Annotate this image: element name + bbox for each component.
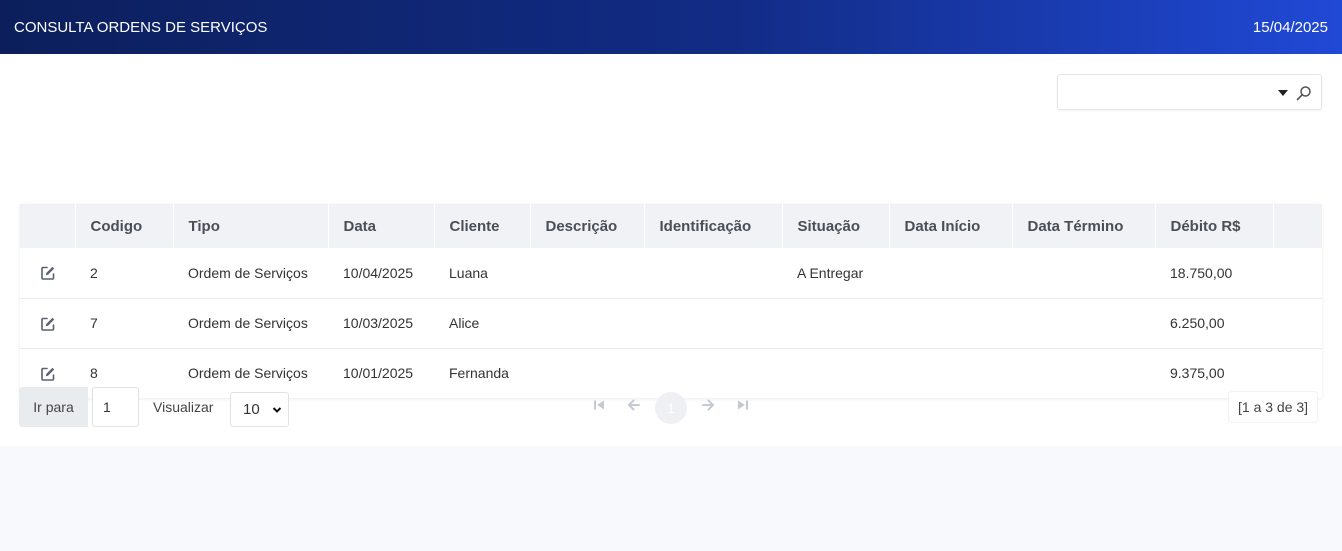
column-header-identificacao[interactable]: Identificação bbox=[644, 204, 783, 248]
page-1-button[interactable]: 1 bbox=[655, 392, 687, 424]
orders-table: Codigo Tipo Data Cliente Descrição Ident… bbox=[20, 204, 1323, 398]
cell-situacao: A Entregar bbox=[797, 264, 864, 281]
column-header-situacao[interactable]: Situação bbox=[782, 204, 890, 248]
view-label: Visualizar bbox=[153, 399, 214, 415]
column-header-data-inicio[interactable]: Data Início bbox=[889, 204, 1013, 248]
goto-label: Ir para bbox=[19, 387, 88, 427]
cell-debito: 18.750,00 bbox=[1170, 264, 1233, 281]
edit-cell[interactable] bbox=[20, 248, 75, 298]
cell-data-inicio bbox=[889, 248, 1012, 298]
cell-cliente: Alice bbox=[434, 297, 530, 348]
table-row[interactable]: 2 Ordem de Serviços 10/04/2025 Luana A E… bbox=[20, 248, 1322, 298]
search-icon[interactable] bbox=[1296, 85, 1312, 101]
cell-descricao bbox=[530, 297, 644, 348]
page-size-value: 10 bbox=[243, 401, 260, 418]
cell-tipo: Ordem de Serviços bbox=[188, 264, 308, 281]
cell-descricao bbox=[530, 248, 644, 298]
column-header-data-termino[interactable]: Data Término bbox=[1012, 204, 1156, 248]
goto-page-input[interactable] bbox=[92, 387, 139, 427]
edit-cell[interactable] bbox=[20, 297, 75, 348]
search-input[interactable] bbox=[1058, 75, 1278, 109]
next-page-icon[interactable] bbox=[699, 396, 717, 414]
cell-data: 10/04/2025 bbox=[343, 264, 414, 281]
app-header: CONSULTA ORDENS DE SERVIÇOS 15/04/2025 bbox=[0, 0, 1342, 54]
cell-identificacao bbox=[644, 297, 782, 348]
cell-codigo: 7 bbox=[75, 297, 173, 348]
page-title: CONSULTA ORDENS DE SERVIÇOS bbox=[14, 18, 268, 36]
column-header-extra bbox=[1273, 204, 1323, 248]
search-combobox[interactable] bbox=[1057, 74, 1322, 110]
page-size-select[interactable]: 10 bbox=[230, 392, 289, 427]
edit-icon[interactable] bbox=[40, 366, 56, 382]
first-page-icon[interactable] bbox=[590, 396, 608, 414]
pagination-info: [1 a 3 de 3] bbox=[1229, 392, 1318, 422]
edit-icon[interactable] bbox=[40, 265, 56, 281]
cell-data-inicio bbox=[889, 297, 1012, 348]
table-header-row: Codigo Tipo Data Cliente Descrição Ident… bbox=[20, 204, 1323, 248]
cell-debito: 6.250,00 bbox=[1155, 297, 1273, 348]
pagination-bar: Ir para Visualizar 10 1 [1 a 3 de 3] bbox=[0, 384, 1342, 434]
prev-page-icon[interactable] bbox=[625, 396, 643, 414]
header-date: 15/04/2025 bbox=[1252, 18, 1328, 36]
cell-extra bbox=[1273, 248, 1322, 298]
column-header-data[interactable]: Data bbox=[328, 204, 435, 248]
column-header-actions bbox=[20, 204, 76, 248]
column-header-codigo[interactable]: Codigo bbox=[75, 204, 174, 248]
column-header-cliente[interactable]: Cliente bbox=[434, 204, 531, 248]
cell-data-termino bbox=[1012, 248, 1155, 298]
cell-codigo: 2 bbox=[90, 264, 98, 281]
cell-extra bbox=[1273, 297, 1322, 348]
column-header-descricao[interactable]: Descrição bbox=[530, 204, 645, 248]
column-header-debito[interactable]: Débito R$ bbox=[1155, 204, 1274, 248]
cell-tipo: Ordem de Serviços bbox=[173, 297, 328, 348]
column-header-tipo[interactable]: Tipo bbox=[173, 204, 329, 248]
caret-down-icon[interactable] bbox=[1278, 90, 1288, 96]
cell-data-termino bbox=[1012, 297, 1155, 348]
cell-identificacao bbox=[644, 248, 782, 298]
main-content: Codigo Tipo Data Cliente Descrição Ident… bbox=[0, 54, 1342, 446]
last-page-icon[interactable] bbox=[734, 396, 752, 414]
cell-data: 10/03/2025 bbox=[328, 297, 434, 348]
table-row[interactable]: 7 Ordem de Serviços 10/03/2025 Alice 6.2… bbox=[20, 297, 1322, 348]
cell-situacao bbox=[782, 297, 889, 348]
edit-icon[interactable] bbox=[40, 316, 56, 332]
chevron-down-icon bbox=[272, 407, 282, 413]
cell-cliente: Luana bbox=[449, 264, 488, 281]
